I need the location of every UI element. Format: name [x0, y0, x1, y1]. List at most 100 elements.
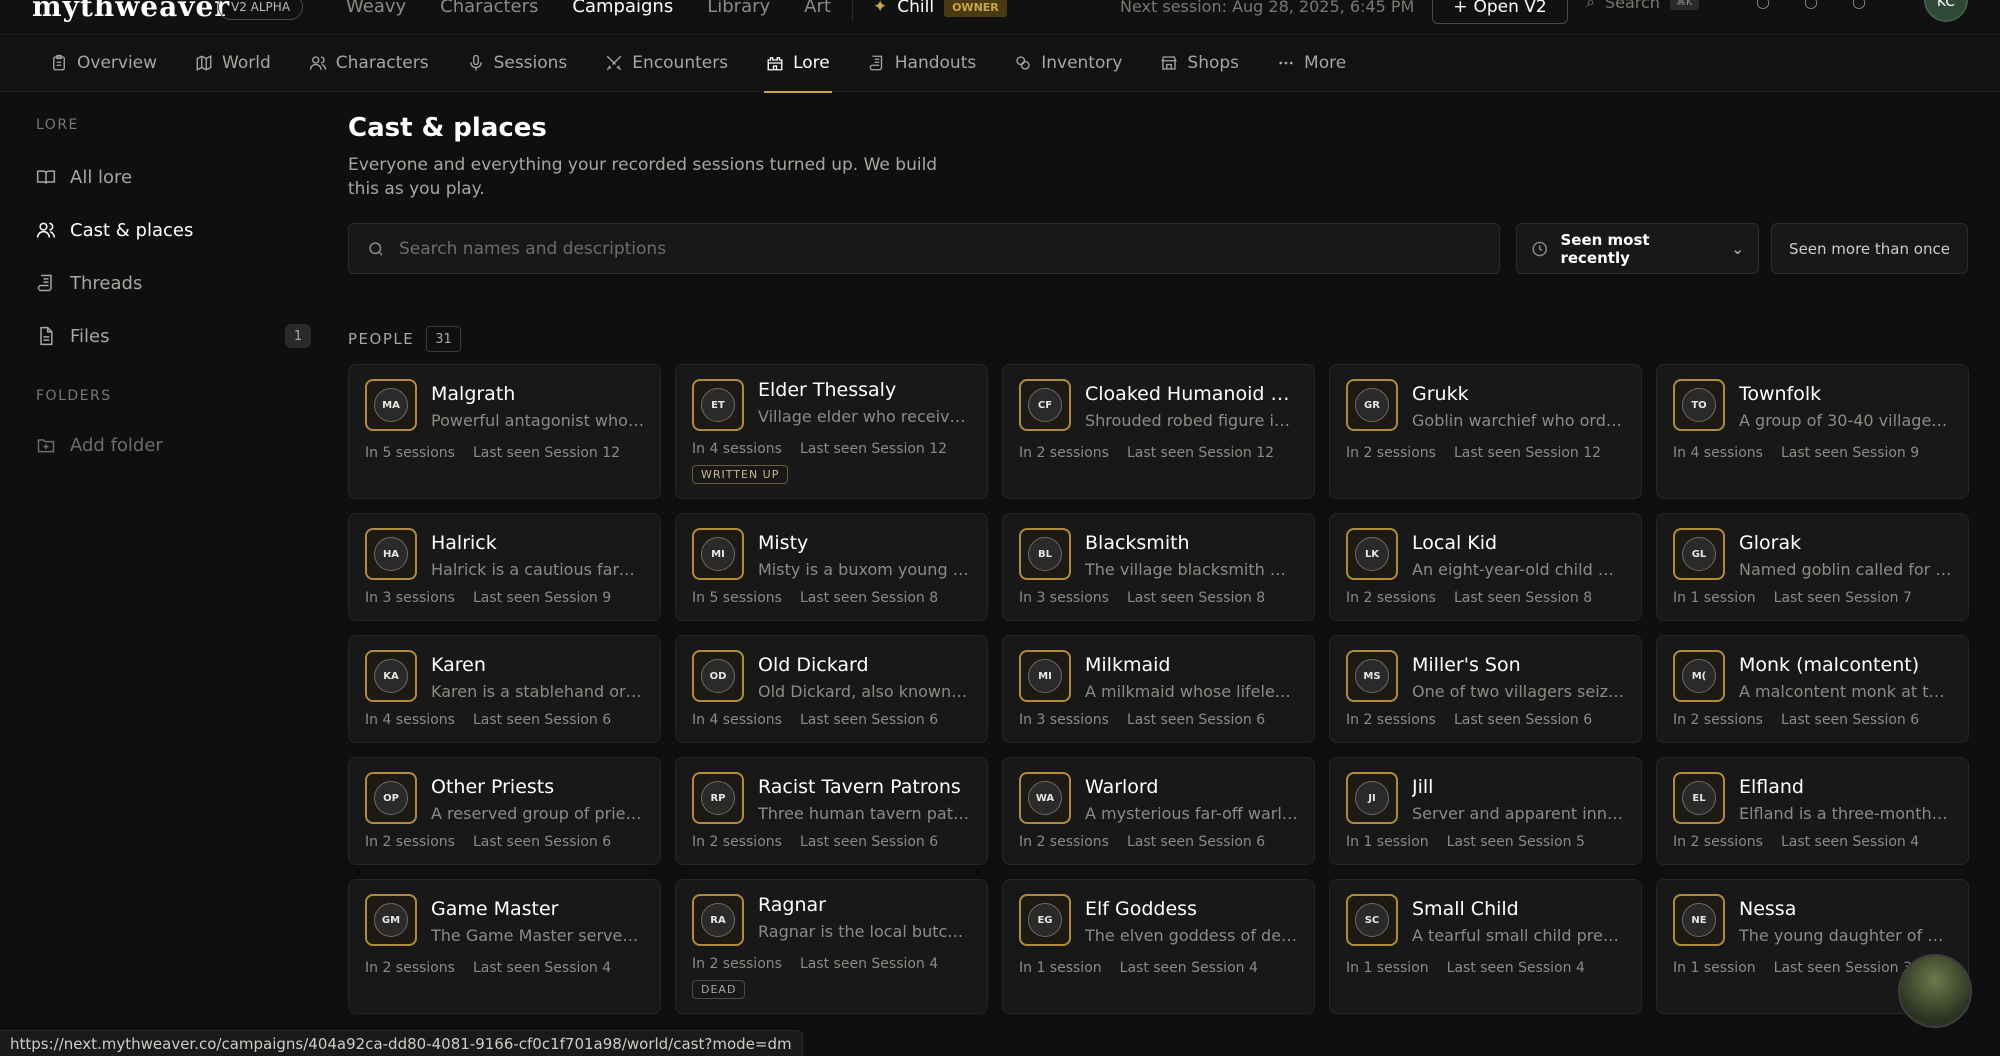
person-session-count: In 1 session — [1019, 960, 1102, 976]
person-name: Monk (malcontent) — [1739, 654, 1920, 676]
person-card[interactable]: WA Warlord A mysterious far-off warlor... I… — [1002, 757, 1315, 865]
person-card[interactable]: JI Jill Server and apparent innke... In 1 s… — [1329, 757, 1642, 865]
search-shortcut: ⌘K — [1669, 0, 1699, 10]
person-card[interactable]: GM Game Master The Game Master serves a...… — [348, 879, 661, 1014]
person-name: Other Priests — [431, 776, 555, 798]
tab-more[interactable]: More — [1275, 34, 1348, 92]
top-nav-weavy[interactable]: Weavy — [346, 0, 406, 17]
person-session-count: In 2 sessions — [1019, 834, 1109, 850]
top-nav-art[interactable]: Art — [804, 0, 831, 17]
person-card[interactable]: EG Elf Goddess The elven goddess of deat..… — [1002, 879, 1315, 1014]
person-last-seen: Last seen Session 6 — [1126, 712, 1266, 728]
person-card[interactable]: OD Old Dickard Old Dickard, also known as … — [675, 635, 988, 743]
person-card[interactable]: MI Milkmaid A milkmaid whose lifeless ... I… — [1002, 635, 1315, 743]
add-folder-button[interactable]: Add folder — [36, 425, 311, 465]
top-nav-library[interactable]: Library — [707, 0, 770, 17]
group-icon[interactable]: ○ — [1852, 0, 1866, 11]
person-last-seen: Last seen Session 7 — [1773, 590, 1912, 606]
bag-icon — [1016, 56, 1030, 70]
next-session-text: Next session: Aug 28, 2025, 6:45 PM — [1120, 0, 1415, 16]
tab-shops[interactable]: Shops — [1158, 34, 1241, 92]
person-session-count: In 2 sessions — [692, 956, 782, 972]
person-description: A malcontent monk at the ... — [1739, 682, 1952, 701]
assistant-avatar-button[interactable] — [1898, 954, 1972, 1028]
person-name: Ragnar — [758, 894, 826, 916]
person-description: Three human tavern patron... — [758, 804, 971, 823]
tab-label: Sessions — [493, 53, 568, 73]
person-card[interactable]: CF Cloaked Humanoid Fig... Shrouded robed … — [1002, 364, 1315, 499]
seen-more-than-once-filter[interactable]: Seen more than once — [1771, 223, 1968, 274]
person-card[interactable]: RP Racist Tavern Patrons Three human taver… — [675, 757, 988, 865]
person-card[interactable]: KA Karen Karen is a stablehand or o... In 4… — [348, 635, 661, 743]
tab-encounters[interactable]: Encounters — [603, 34, 730, 92]
campaign-switcher[interactable]: ✦ Chill OWNER — [852, 0, 1007, 22]
person-initials: JI — [1355, 781, 1389, 815]
search-input[interactable] — [399, 238, 1479, 259]
person-card[interactable]: MS Miller's Son One of two villagers seize… — [1329, 635, 1642, 743]
open-v2-button[interactable]: + Open V2 — [1432, 0, 1568, 24]
person-card[interactable]: HA Halrick Halrick is a cautious farmer...… — [348, 513, 661, 621]
campaign-tabs: Overview World Characters Sessions Encou… — [0, 34, 2000, 93]
top-nav: Weavy Characters Campaigns Library Art — [346, 0, 831, 17]
person-session-count: In 1 session — [1673, 590, 1756, 606]
person-card[interactable]: GR Grukk Goblin warchief who order... In 2 … — [1329, 364, 1642, 499]
person-card[interactable]: SC Small Child A tearful small child prese… — [1329, 879, 1642, 1014]
user-avatar[interactable]: KC — [1924, 0, 1968, 22]
tab-handouts[interactable]: Handouts — [866, 34, 978, 92]
bookmark-icon[interactable]: ○ — [1804, 0, 1818, 11]
person-card[interactable]: LK Local Kid An eight-year-old child wh...… — [1329, 513, 1642, 621]
top-nav-campaigns[interactable]: Campaigns — [572, 0, 673, 17]
tab-sessions[interactable]: Sessions — [465, 34, 570, 92]
person-card[interactable]: M( Monk (malcontent) A malcontent monk at … — [1656, 635, 1969, 743]
person-description: Village elder who receives ... — [758, 407, 971, 426]
person-card[interactable]: MA Malgrath Powerful antagonist who a... In… — [348, 364, 661, 499]
person-session-count: In 2 sessions — [1346, 445, 1436, 461]
tab-characters[interactable]: Characters — [307, 34, 431, 92]
tab-overview[interactable]: Overview — [48, 34, 159, 92]
sidebar-item-threads[interactable]: Threads — [36, 263, 311, 303]
person-session-count: In 4 sessions — [692, 712, 782, 728]
person-description: A reserved group of priests... — [431, 804, 644, 823]
person-card[interactable]: BL Blacksmith The village blacksmith who..… — [1002, 513, 1315, 621]
sidebar-item-cast-places[interactable]: Cast & places — [36, 210, 311, 250]
person-last-seen: Last seen Session 4 — [1119, 960, 1258, 976]
person-session-count: In 4 sessions — [1673, 445, 1763, 461]
person-session-count: In 5 sessions — [692, 590, 782, 606]
tab-inventory[interactable]: Inventory — [1012, 34, 1124, 92]
person-initials: M( — [1682, 659, 1716, 693]
person-token-icon: EL — [1673, 772, 1725, 824]
person-name: Halrick — [431, 532, 497, 554]
person-card[interactable]: ET Elder Thessaly Village elder who receiv… — [675, 364, 988, 499]
person-initials: WA — [1028, 781, 1062, 815]
person-session-count: In 2 sessions — [692, 834, 782, 850]
top-nav-characters[interactable]: Characters — [440, 0, 538, 17]
person-card[interactable]: EL Elfland Elfland is a three-month re... I… — [1656, 757, 1969, 865]
cast-search[interactable] — [348, 223, 1500, 274]
person-name: Miller's Son — [1412, 654, 1521, 676]
tab-label: More — [1304, 53, 1347, 73]
sidebar-item-files[interactable]: Files 1 — [36, 316, 311, 356]
tab-world[interactable]: World — [193, 34, 273, 92]
bell-icon[interactable]: ○ — [1756, 0, 1770, 11]
person-card[interactable]: RA Ragnar Ragnar is the local butcher... In… — [675, 879, 988, 1014]
person-token-icon: GL — [1673, 528, 1725, 580]
sidebar-item-all-lore[interactable]: All lore — [36, 157, 311, 197]
person-name: Game Master — [431, 898, 559, 920]
person-card[interactable]: GL Glorak Named goblin called for by... In … — [1656, 513, 1969, 621]
person-card[interactable]: TO Townfolk A group of 30-40 villagers ...… — [1656, 364, 1969, 499]
person-description: Halrick is a cautious farmer... — [431, 560, 644, 579]
person-last-seen: Last seen Session 6 — [799, 834, 939, 850]
person-last-seen: Last seen Session 8 — [1126, 590, 1266, 606]
app-logo[interactable]: mythweaver — [32, 0, 230, 23]
person-token-icon: GR — [1346, 379, 1398, 431]
tab-label: Characters — [335, 53, 429, 73]
person-card[interactable]: MI Misty Misty is a buxom young wo... In 5 … — [675, 513, 988, 621]
scroll-icon — [37, 274, 52, 292]
person-last-seen: Last seen Session 6 — [1453, 712, 1593, 728]
person-token-icon: M( — [1673, 650, 1725, 702]
person-card[interactable]: OP Other Priests A reserved group of pries… — [348, 757, 661, 865]
global-search[interactable]: ⌕ Search ⌘K — [1586, 0, 1699, 12]
tab-lore[interactable]: Lore — [764, 34, 832, 93]
person-initials: RP — [701, 781, 735, 815]
sort-dropdown[interactable]: Seen most recently ⌄ — [1516, 223, 1759, 274]
